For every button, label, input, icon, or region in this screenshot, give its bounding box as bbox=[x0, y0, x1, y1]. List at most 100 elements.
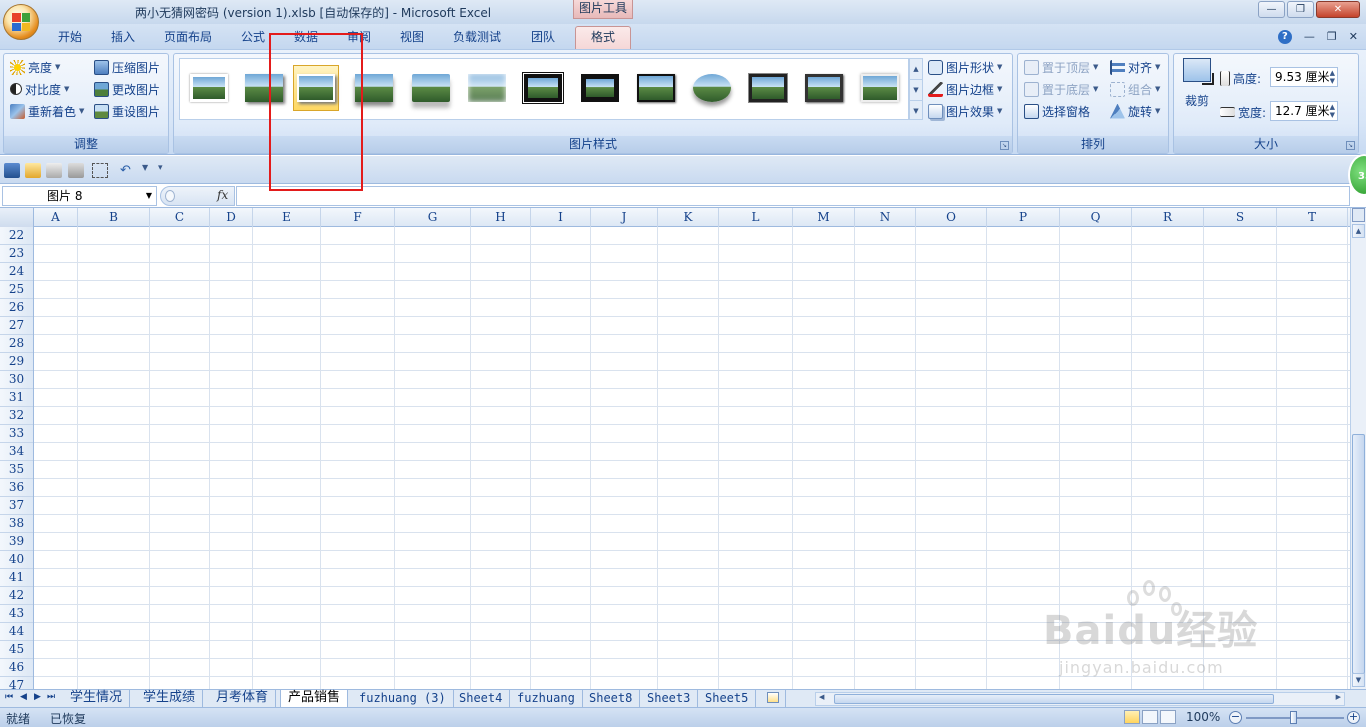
change-picture-button[interactable]: 更改图片 bbox=[94, 79, 160, 99]
tab-view[interactable]: 视图 bbox=[394, 28, 430, 48]
height-input[interactable]: 9.53 厘米 ▲ ▼ bbox=[1270, 67, 1338, 87]
row-header[interactable]: 28 bbox=[0, 335, 33, 353]
formula-input[interactable] bbox=[236, 186, 1350, 206]
contrast-button[interactable]: 对比度 ▼ bbox=[10, 79, 69, 99]
column-header[interactable]: B bbox=[78, 208, 150, 227]
prev-sheet-icon[interactable]: ◀ bbox=[20, 692, 27, 702]
column-header[interactable]: N bbox=[855, 208, 916, 227]
next-sheet-icon[interactable]: ▶ bbox=[34, 692, 41, 702]
sheet-tab[interactable]: 学生成绩 bbox=[136, 690, 204, 707]
rotate-button[interactable]: 旋转 ▼ bbox=[1110, 101, 1160, 121]
row-header[interactable]: 25 bbox=[0, 281, 33, 299]
column-header[interactable]: F bbox=[321, 208, 395, 227]
sheet-tab[interactable]: Sheet4 bbox=[452, 690, 511, 707]
picture-style-metal-frame[interactable] bbox=[745, 65, 791, 111]
sheet-tab[interactable]: fuzhuang bbox=[510, 690, 583, 707]
open-folder-icon[interactable] bbox=[25, 163, 41, 178]
column-header[interactable]: P bbox=[987, 208, 1060, 227]
gallery-down-icon[interactable]: ▼ bbox=[910, 80, 922, 101]
sheet-tab-active[interactable]: 产品销售 bbox=[280, 690, 349, 707]
insert-sheet-button[interactable] bbox=[760, 690, 786, 707]
zoom-slider-thumb[interactable] bbox=[1290, 711, 1297, 724]
name-box[interactable]: 图片 8 ▼ bbox=[2, 186, 157, 206]
picture-style-bevel-black[interactable] bbox=[801, 65, 847, 111]
print-preview-icon[interactable] bbox=[68, 163, 84, 178]
dialog-launcher-icon[interactable]: ↘ bbox=[1346, 141, 1355, 150]
height-spinner-icon[interactable]: ▲ ▼ bbox=[1330, 69, 1335, 85]
sheet-tab[interactable]: 学生情况 bbox=[63, 690, 131, 707]
row-header[interactable]: 33 bbox=[0, 425, 33, 443]
sheet-tab[interactable]: Sheet8 bbox=[582, 690, 641, 707]
row-header[interactable]: 36 bbox=[0, 479, 33, 497]
picture-effects-button[interactable]: 图片效果 ▼ bbox=[928, 101, 1002, 121]
last-sheet-icon[interactable]: ⏭ bbox=[47, 692, 55, 702]
office-button[interactable] bbox=[3, 4, 39, 40]
bring-to-front-button[interactable]: 置于顶层 ▼ bbox=[1024, 57, 1098, 77]
zoom-level[interactable]: 100% bbox=[1186, 710, 1220, 724]
picture-style-simple-frame-white[interactable] bbox=[186, 65, 232, 111]
align-button[interactable]: 对齐 ▼ bbox=[1110, 57, 1160, 77]
picture-style-double-frame-black[interactable] bbox=[520, 65, 566, 111]
undo-icon[interactable]: ↶ bbox=[120, 163, 140, 178]
picture-shape-button[interactable]: 图片形状 ▼ bbox=[928, 57, 1002, 77]
column-header[interactable]: D bbox=[210, 208, 253, 227]
column-header[interactable]: Q bbox=[1060, 208, 1132, 227]
row-header[interactable]: 30 bbox=[0, 371, 33, 389]
row-header[interactable]: 46 bbox=[0, 659, 33, 677]
zoom-in-icon[interactable]: + bbox=[1347, 711, 1360, 724]
first-sheet-icon[interactable]: ⏮ bbox=[5, 692, 13, 702]
tab-page-layout[interactable]: 页面布局 bbox=[158, 28, 218, 48]
column-header[interactable]: R bbox=[1132, 208, 1204, 227]
picture-style-soft-edge-rect[interactable] bbox=[464, 65, 510, 111]
vertical-scrollbar[interactable]: ▲ ▼ bbox=[1350, 208, 1366, 689]
column-header[interactable]: I bbox=[531, 208, 591, 227]
selection-pane-button[interactable]: 选择窗格 bbox=[1024, 101, 1090, 121]
minimize-button[interactable]: — bbox=[1258, 1, 1285, 18]
zoom-out-icon[interactable]: − bbox=[1229, 711, 1242, 724]
ribbon-restore-button[interactable]: ❐ bbox=[1327, 30, 1337, 44]
picture-style-reflected[interactable] bbox=[408, 65, 454, 111]
column-header[interactable]: S bbox=[1204, 208, 1277, 227]
close-button[interactable]: ✕ bbox=[1316, 1, 1360, 18]
row-header[interactable]: 27 bbox=[0, 317, 33, 335]
column-header[interactable]: L bbox=[719, 208, 793, 227]
vertical-scroll-thumb[interactable] bbox=[1352, 434, 1365, 674]
group-objects-button[interactable]: 组合 ▼ bbox=[1110, 79, 1160, 99]
scroll-up-icon[interactable]: ▲ bbox=[1352, 224, 1365, 238]
horizontal-scroll-thumb[interactable] bbox=[834, 694, 1274, 704]
row-header[interactable]: 26 bbox=[0, 299, 33, 317]
page-layout-view-icon[interactable] bbox=[1142, 710, 1158, 724]
picture-style-simple-frame-black[interactable] bbox=[633, 65, 679, 111]
column-header[interactable]: T bbox=[1277, 208, 1348, 227]
send-to-back-button[interactable]: 置于底层 ▼ bbox=[1024, 79, 1098, 99]
horizontal-scrollbar[interactable]: ◀ ▶ bbox=[815, 692, 1345, 706]
compress-pictures-button[interactable]: 压缩图片 bbox=[94, 57, 160, 77]
normal-view-icon[interactable] bbox=[1124, 710, 1140, 724]
help-icon[interactable]: ? bbox=[1277, 30, 1292, 44]
column-header[interactable]: J bbox=[591, 208, 658, 227]
width-input[interactable]: 12.7 厘米 ▲ ▼ bbox=[1270, 101, 1338, 121]
row-header[interactable]: 35 bbox=[0, 461, 33, 479]
row-header[interactable]: 37 bbox=[0, 497, 33, 515]
picture-style-thick-matte-black[interactable] bbox=[577, 65, 623, 111]
sheet-tab[interactable]: Sheet5 bbox=[698, 690, 757, 707]
crop-button[interactable]: 裁剪 bbox=[1180, 58, 1214, 108]
picture-border-button[interactable]: 图片边框 ▼ bbox=[928, 79, 1002, 99]
ribbon-close-button[interactable]: ✕ bbox=[1349, 30, 1358, 44]
print-icon[interactable] bbox=[46, 163, 62, 178]
reset-picture-button[interactable]: 重设图片 bbox=[94, 101, 160, 121]
restore-button[interactable]: ❐ bbox=[1287, 1, 1314, 18]
column-header[interactable]: M bbox=[793, 208, 855, 227]
page-setup-icon[interactable] bbox=[92, 163, 108, 178]
row-header[interactable]: 41 bbox=[0, 569, 33, 587]
row-header[interactable]: 40 bbox=[0, 551, 33, 569]
row-header[interactable]: 29 bbox=[0, 353, 33, 371]
row-header[interactable]: 31 bbox=[0, 389, 33, 407]
page-break-view-icon[interactable] bbox=[1160, 710, 1176, 724]
dialog-launcher-icon[interactable]: ↘ bbox=[1000, 141, 1009, 150]
row-header[interactable]: 24 bbox=[0, 263, 33, 281]
recolor-button[interactable]: 重新着色 ▼ bbox=[10, 101, 84, 121]
column-header[interactable]: C bbox=[150, 208, 210, 227]
select-all-button[interactable] bbox=[0, 208, 34, 227]
column-header[interactable]: H bbox=[471, 208, 531, 227]
